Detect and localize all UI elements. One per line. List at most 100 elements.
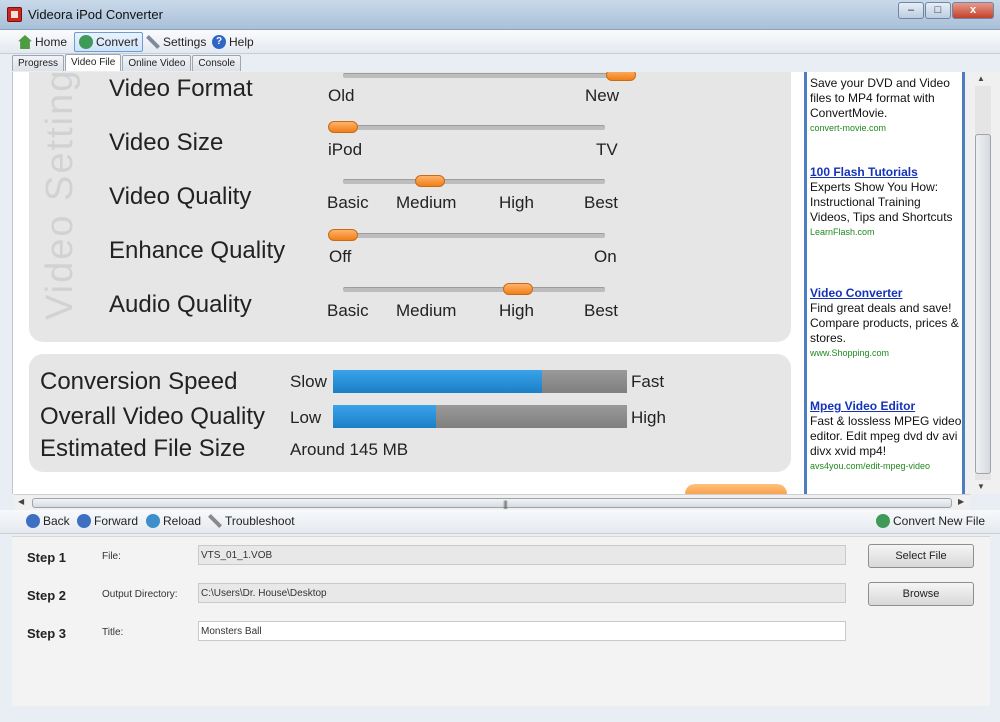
video-quality-slider-thumb[interactable] xyxy=(415,175,446,187)
scroll-right-arrow-icon[interactable]: ▶ xyxy=(958,497,964,506)
ad-item[interactable]: Video Converter Find great deals and sav… xyxy=(810,286,962,361)
ad-url[interactable]: convert-movie.com xyxy=(810,121,962,136)
enhance-quality-option-on: On xyxy=(594,247,617,266)
output-directory-field[interactable] xyxy=(198,583,846,603)
audio-quality-slider-thumb[interactable] xyxy=(502,283,533,295)
video-format-option-new: New xyxy=(585,86,620,105)
conversion-steps-form: Step 1 File: Select File Step 2 Output D… xyxy=(12,536,990,706)
browse-button[interactable]: Browse xyxy=(868,582,974,606)
title-bar: Videora iPod Converter – □ x xyxy=(0,0,1000,30)
settings-label: Settings xyxy=(163,35,207,49)
overall-quality-label: Overall Video Quality xyxy=(40,403,265,430)
convert-button[interactable]: Convert xyxy=(74,32,144,52)
audio-quality-label: Audio Quality xyxy=(109,291,252,318)
ad-url[interactable]: www.Shopping.com xyxy=(810,346,962,361)
home-icon xyxy=(18,35,32,49)
video-format-slider[interactable] xyxy=(343,72,636,81)
video-quality-option-high: High xyxy=(499,193,534,212)
reload-label: Reload xyxy=(163,514,202,528)
file-size-value: Around 145 MB xyxy=(290,440,409,459)
ad-item[interactable]: Mpeg Video Editor Fast & lossless MPEG v… xyxy=(810,399,962,474)
back-button[interactable]: Back xyxy=(26,514,70,528)
scroll-down-arrow-icon[interactable]: ▼ xyxy=(977,482,985,491)
tab-video-file[interactable]: Video File xyxy=(65,54,122,71)
enhance-quality-label: Enhance Quality xyxy=(109,237,286,264)
window-controls: – □ x xyxy=(897,2,994,19)
video-format-option-old: Old xyxy=(328,86,355,105)
audio-quality-option-high: High xyxy=(499,301,534,320)
ad-text: Fast & lossless MPEG video editor. Edit … xyxy=(810,414,962,458)
convert-action-button[interactable] xyxy=(685,484,787,494)
ad-url[interactable]: LearnFlash.com xyxy=(810,225,962,240)
vertical-scrollbar-thumb[interactable] xyxy=(975,134,991,474)
convert-label: Convert xyxy=(96,35,139,49)
ad-title[interactable]: Video Converter xyxy=(810,286,962,301)
help-button[interactable]: ? Help xyxy=(208,32,258,52)
file-field[interactable] xyxy=(198,545,846,565)
ad-title[interactable]: 100 Flash Tutorials xyxy=(810,165,962,180)
step-3-label: Step 3 xyxy=(27,626,67,641)
video-quality-slider[interactable] xyxy=(343,175,605,187)
output-directory-label: Output Directory: xyxy=(102,589,178,600)
conversion-speed-bar xyxy=(333,370,627,393)
tab-online-video[interactable]: Online Video xyxy=(122,55,192,71)
video-size-slider[interactable] xyxy=(328,121,605,133)
close-button[interactable]: x xyxy=(952,2,994,19)
troubleshoot-label: Troubleshoot xyxy=(225,514,295,528)
troubleshoot-button[interactable]: Troubleshoot xyxy=(208,514,295,528)
maximize-button[interactable]: □ xyxy=(925,2,951,19)
convert-icon xyxy=(876,514,890,528)
app-logo-icon xyxy=(7,7,22,22)
enhance-quality-slider-thumb[interactable] xyxy=(328,229,358,241)
settings-button[interactable]: Settings xyxy=(142,32,210,52)
back-arrow-icon xyxy=(26,514,40,528)
home-button[interactable]: Home xyxy=(14,32,71,52)
conversion-speed-min: Slow xyxy=(290,372,327,391)
file-size-label: Estimated File Size xyxy=(40,435,246,462)
overall-quality-bar xyxy=(333,405,627,428)
ad-text: Experts Show You How: Instructional Trai… xyxy=(810,180,953,224)
convert-new-file-button[interactable]: Convert New File xyxy=(876,514,985,528)
conversion-speed-max: Fast xyxy=(631,372,665,391)
main-toolbar: Home Convert Settings ? Help xyxy=(0,30,1000,54)
audio-quality-option-basic: Basic xyxy=(327,301,369,320)
video-format-slider-thumb[interactable] xyxy=(606,72,636,81)
home-label: Home xyxy=(35,35,68,49)
vertical-scrollbar[interactable]: ▲ ▼ xyxy=(962,72,1000,494)
step-2-label: Step 2 xyxy=(27,588,67,603)
minimize-button[interactable]: – xyxy=(898,2,924,19)
tab-console[interactable]: Console xyxy=(192,55,242,71)
reload-button[interactable]: Reload xyxy=(146,514,201,528)
overall-quality-max: High xyxy=(631,408,666,427)
title-field-label: Title: xyxy=(102,627,124,638)
ad-text: Find great deals and save! Compare produ… xyxy=(810,301,959,345)
video-size-option-ipod: iPod xyxy=(328,140,363,159)
video-quality-option-medium: Medium xyxy=(396,193,457,212)
ad-url[interactable]: avs4you.com/edit-mpeg-video xyxy=(810,459,962,474)
enhance-quality-slider[interactable] xyxy=(328,229,605,241)
video-size-slider-thumb[interactable] xyxy=(328,121,358,133)
scroll-up-arrow-icon[interactable]: ▲ xyxy=(977,74,985,83)
title-input[interactable] xyxy=(198,621,846,641)
ad-title[interactable]: Mpeg Video Editor xyxy=(810,399,962,414)
tab-progress[interactable]: Progress xyxy=(12,55,65,71)
audio-quality-option-medium: Medium xyxy=(396,301,457,320)
ad-item[interactable]: Save your DVD and Video files to MP4 for… xyxy=(810,76,962,136)
select-file-button[interactable]: Select File xyxy=(868,544,974,568)
horizontal-scrollbar[interactable]: ◀ ||| ▶ xyxy=(14,494,970,510)
audio-quality-slider[interactable] xyxy=(343,283,605,295)
reload-icon xyxy=(146,514,160,528)
forward-button[interactable]: Forward xyxy=(77,514,138,528)
forward-arrow-icon xyxy=(77,514,91,528)
back-label: Back xyxy=(43,514,70,528)
scroll-left-arrow-icon[interactable]: ◀ xyxy=(18,497,24,506)
file-field-label: File: xyxy=(102,551,121,562)
video-size-option-tv: TV xyxy=(596,140,618,159)
ad-item[interactable]: 100 Flash Tutorials Experts Show You How… xyxy=(810,165,962,240)
conversion-speed-bar-fill xyxy=(333,370,542,393)
help-icon: ? xyxy=(212,35,226,49)
horizontal-scrollbar-thumb[interactable]: ||| xyxy=(32,498,952,509)
audio-quality-option-best: Best xyxy=(584,301,619,320)
video-quality-option-basic: Basic xyxy=(327,193,369,212)
browser-nav-bar: Back Forward Reload Troubleshoot Convert… xyxy=(0,510,1000,534)
